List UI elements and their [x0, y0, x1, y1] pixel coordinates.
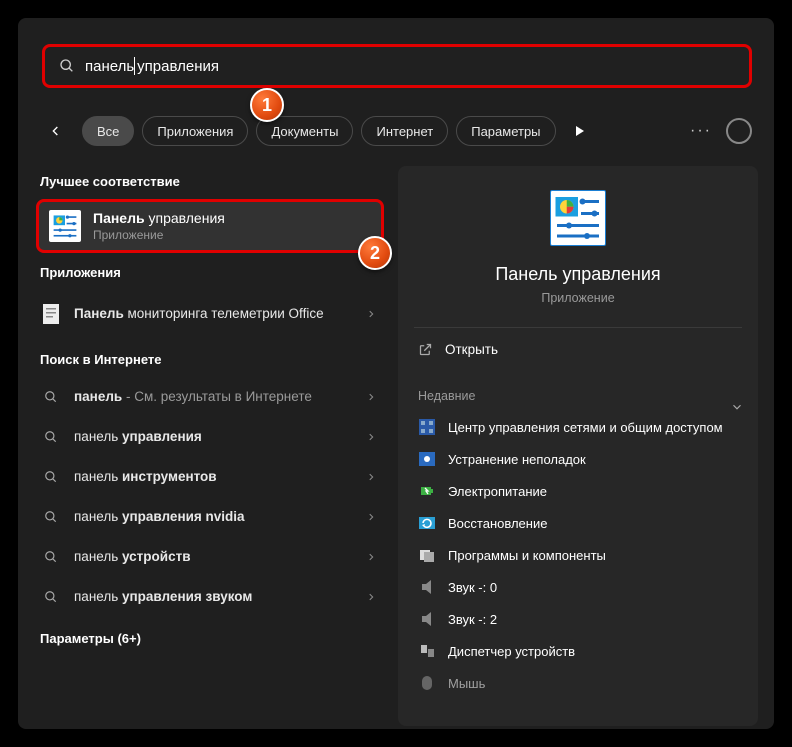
recent-item[interactable]: Звук -: 0 — [398, 571, 758, 603]
recent-item[interactable]: Звук -: 2 — [398, 603, 758, 635]
recent-item[interactable]: Электропитание — [398, 475, 758, 507]
troubleshoot-icon — [418, 450, 436, 468]
open-label: Открыть — [445, 342, 498, 357]
recent-item[interactable]: Программы и компоненты — [398, 539, 758, 571]
apps-header: Приложения — [40, 265, 384, 280]
control-panel-icon-large — [550, 190, 606, 246]
preview-title: Панель управления — [495, 264, 660, 285]
power-icon — [418, 482, 436, 500]
recent-item-label: Диспетчер устройств — [448, 644, 575, 659]
control-panel-icon — [49, 210, 81, 242]
preview-subtitle: Приложение — [541, 291, 614, 305]
recent-item-label: Устранение неполадок — [448, 452, 586, 467]
settings-results-header[interactable]: Параметры (6+) — [40, 631, 384, 646]
recent-header: Недавние — [398, 371, 758, 411]
recent-item-label: Программы и компоненты — [448, 548, 606, 563]
chevron-down-icon[interactable] — [730, 400, 744, 414]
best-match-result[interactable]: Панель управления Приложение — [36, 199, 384, 253]
tab-all[interactable]: Все — [82, 116, 134, 146]
open-action[interactable]: Открыть — [398, 328, 758, 371]
best-match-title: Панель управления — [93, 210, 225, 226]
annotation-badge-2: 2 — [358, 236, 392, 270]
search-icon — [44, 590, 58, 604]
web-search-header: Поиск в Интернете — [40, 352, 384, 367]
web-result-3[interactable]: панель инструментов — [36, 457, 384, 497]
more-tabs-button[interactable] — [566, 117, 594, 145]
chevron-right-icon — [366, 430, 376, 444]
web-result-6[interactable]: панель управления звуком — [36, 577, 384, 617]
web-result-label: панель управления — [74, 429, 354, 446]
annotation-badge-1: 1 — [250, 88, 284, 122]
search-icon — [59, 58, 75, 74]
document-icon — [40, 304, 62, 324]
chevron-right-icon — [366, 307, 376, 321]
web-result-1[interactable]: панель - См. результаты в Интернете — [36, 377, 384, 417]
text-caret — [134, 57, 135, 75]
search-query: панельуправления — [85, 57, 219, 75]
web-result-label: панель - См. результаты в Интернете — [74, 389, 354, 406]
web-result-label: панель управления звуком — [74, 589, 354, 606]
web-result-2[interactable]: панель управления — [36, 417, 384, 457]
search-icon — [44, 550, 58, 564]
programs-icon — [418, 546, 436, 564]
chevron-right-icon — [366, 470, 376, 484]
recent-item[interactable]: Восстановление — [398, 507, 758, 539]
results-left-column: Лучшее соответствие — [36, 166, 384, 656]
more-options-button[interactable]: ··· — [690, 122, 712, 140]
search-icon — [44, 430, 58, 444]
recent-item-label: Центр управления сетями и общим доступом — [448, 420, 723, 435]
best-match-header: Лучшее соответствие — [40, 174, 384, 189]
recent-item[interactable]: Мышь — [398, 667, 758, 699]
back-button[interactable] — [42, 117, 70, 145]
recent-item[interactable]: Центр управления сетями и общим доступом — [398, 411, 758, 443]
chevron-right-icon — [366, 590, 376, 604]
recent-item-label: Восстановление — [448, 516, 547, 531]
web-result-4[interactable]: панель управления nvidia — [36, 497, 384, 537]
tab-settings[interactable]: Параметры — [456, 116, 555, 146]
filter-tabs: Все Приложения Документы Интернет Параме… — [42, 111, 752, 151]
chevron-right-icon — [366, 550, 376, 564]
device-manager-icon — [418, 642, 436, 660]
web-result-label: панель устройств — [74, 549, 354, 566]
recent-item-label: Звук -: 2 — [448, 612, 497, 627]
recent-item[interactable]: Устранение неполадок — [398, 443, 758, 475]
recent-item-label: Звук -: 0 — [448, 580, 497, 595]
best-match-subtitle: Приложение — [93, 228, 225, 242]
recovery-icon — [418, 514, 436, 532]
tab-apps[interactable]: Приложения — [142, 116, 248, 146]
start-search-window: панельуправления 1 Все Приложения Докуме… — [18, 18, 774, 729]
recent-item[interactable]: Диспетчер устройств — [398, 635, 758, 667]
chevron-right-icon — [366, 510, 376, 524]
result-preview-panel: Панель управления Приложение Открыть Нед… — [398, 166, 758, 726]
sound-icon — [418, 578, 436, 596]
web-result-5[interactable]: панель устройств — [36, 537, 384, 577]
mouse-icon — [418, 674, 436, 692]
search-icon — [44, 510, 58, 524]
search-icon — [44, 390, 58, 404]
chevron-right-icon — [366, 390, 376, 404]
network-center-icon — [418, 418, 436, 436]
search-icon — [44, 470, 58, 484]
sound-icon — [418, 610, 436, 628]
app-result-office-telemetry[interactable]: Панель мониторинга телеметрии Office — [36, 290, 384, 338]
web-result-label: панель инструментов — [74, 469, 354, 486]
search-input[interactable]: панельуправления — [42, 44, 752, 88]
tab-web[interactable]: Интернет — [361, 116, 448, 146]
web-result-label: панель управления nvidia — [74, 509, 354, 526]
app-result-label: Панель мониторинга телеметрии Office — [74, 306, 354, 323]
recent-item-label: Электропитание — [448, 484, 547, 499]
open-icon — [418, 342, 433, 357]
recent-item-label: Мышь — [448, 676, 485, 691]
profile-avatar[interactable] — [726, 118, 752, 144]
